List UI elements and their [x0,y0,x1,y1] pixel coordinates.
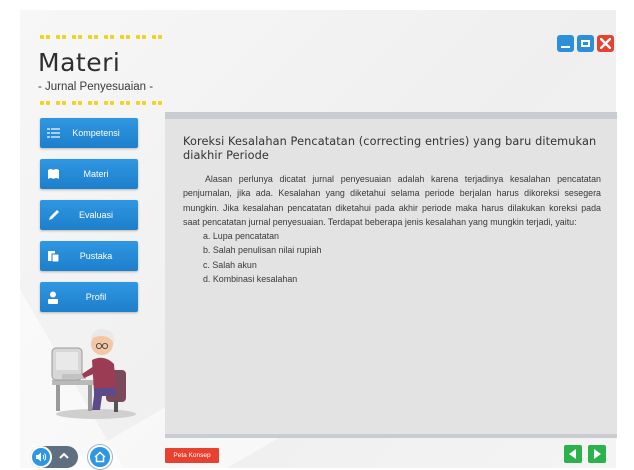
next-button[interactable] [588,445,606,463]
maximize-button[interactable] [577,35,594,52]
app-window: Materi - Jurnal Penyesuaian - Kompetensi [20,10,617,469]
menu-evaluasi-button[interactable]: Evaluasi [40,200,138,230]
list-item: d. Kombinasi kesalahan [203,274,298,285]
arrow-left-icon [569,449,576,459]
navigation-buttons [564,445,606,463]
bottom-left-controls [30,445,112,469]
decorative-dots-top [40,35,162,39]
page-subtitle: - Jurnal Penyesuaian - [38,81,154,93]
menu-kompetensi-button[interactable]: Kompetensi [40,118,138,148]
menu-evaluasi-label: Evaluasi [78,210,114,220]
chevron-up-icon [59,452,69,459]
user-icon [46,290,60,304]
minimize-button[interactable] [557,35,574,52]
content-panel: Koreksi Kesalahan Pencatatan (correcting… [165,112,617,438]
sound-toggle[interactable] [30,446,78,468]
close-button[interactable] [597,35,614,52]
library-icon [46,249,60,263]
minimize-icon [561,45,570,48]
menu-pustaka-label: Pustaka [79,251,113,261]
speaker-icon [30,446,52,468]
grandma-computer-illustration [51,329,136,419]
home-icon [94,451,106,463]
menu-materi-label: Materi [83,169,109,179]
menu-pustaka-button[interactable]: Pustaka [40,241,138,271]
peta-konsep-button[interactable]: Peta Konsep [165,448,219,463]
arrow-right-icon [594,449,601,459]
menu-materi-button[interactable]: Materi [40,159,138,189]
previous-button[interactable] [564,445,582,463]
menu-profil-label: Profil [85,292,107,302]
list-icon [46,126,60,140]
list-item: c. Salah akun [203,259,257,270]
menu-profil-button[interactable]: Profil [40,282,138,312]
decorative-dots-bottom [40,101,162,105]
content-title: Koreksi Kesalahan Pencatatan (correcting… [183,135,597,162]
content-paragraph: Alasan perlunya dicatat jurnal penyesuai… [183,174,601,227]
sidebar-menu: Kompetensi Materi Evaluasi Pustaka Profi… [40,118,138,312]
list-item: b. Salah penulisan nilai rupiah [203,245,322,256]
pencil-icon [46,208,60,222]
close-icon [600,38,611,49]
maximize-icon [581,40,590,47]
book-icon [46,167,60,181]
menu-kompetensi-label: Kompetensi [72,128,120,138]
list-item: a. Lupa pencatatan [203,231,279,242]
home-button[interactable] [88,445,112,469]
page-title: Materi [38,48,121,77]
content-list: a. Lupa pencatatan b. Salah penulisan ni… [183,229,601,286]
window-controls [557,35,614,52]
